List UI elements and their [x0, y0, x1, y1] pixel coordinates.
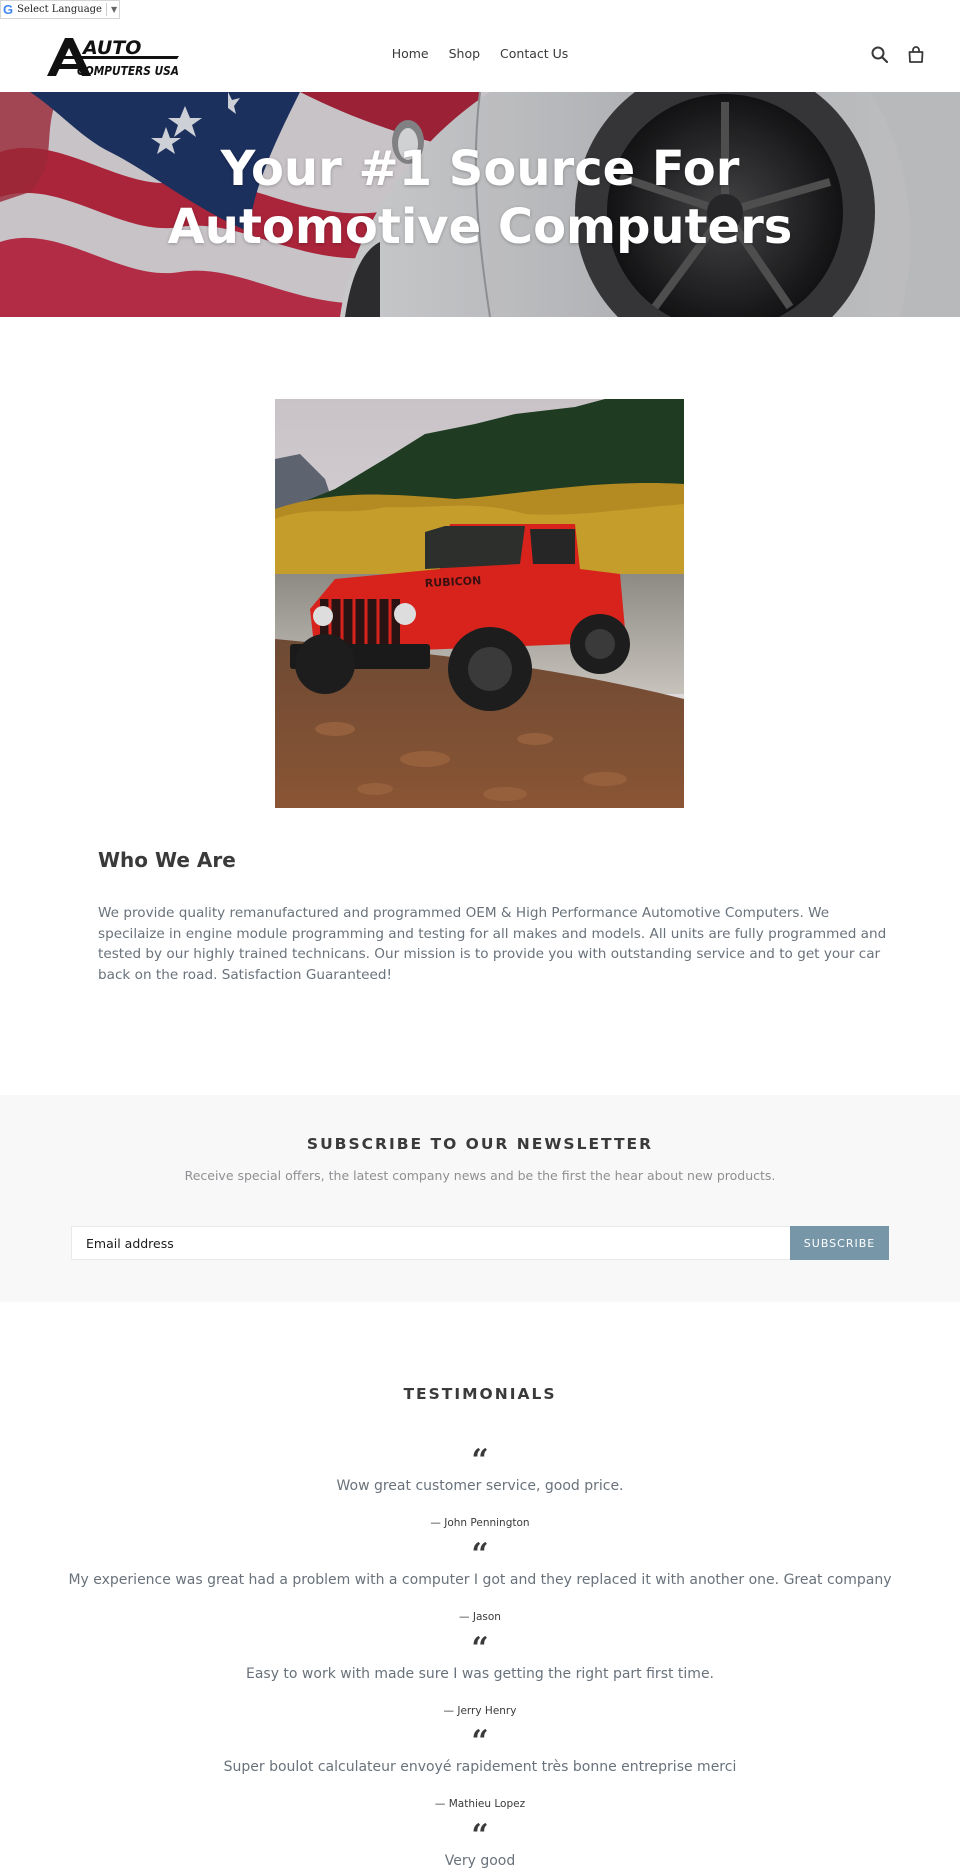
language-selector-label: Select Language: [17, 4, 102, 15]
feature-image: RUBICON: [275, 399, 684, 808]
newsletter-subtitle: Receive special offers, the latest compa…: [184, 1168, 776, 1183]
testimonial-author: — Jerry Henry: [443, 1705, 517, 1717]
testimonial-author: — John Pennington: [430, 1517, 530, 1529]
jeep-photo: RUBICON: [275, 399, 684, 808]
hero-title-line-2: Automotive Computers: [167, 199, 793, 255]
hero-title: Your #1 Source For Automotive Computers: [0, 140, 960, 256]
testimonial-author: — Jason: [459, 1611, 501, 1623]
quote-icon: “: [471, 1631, 489, 1666]
search-icon[interactable]: [869, 44, 891, 66]
testimonial-text: Easy to work with made sure I was gettin…: [245, 1666, 715, 1682]
quote-icon: “: [471, 1818, 489, 1853]
testimonial-item: “ Wow great customer service, good price…: [0, 1443, 960, 1530]
hero-banner: Your #1 Source For Automotive Computers: [0, 92, 960, 317]
cart-icon[interactable]: [905, 44, 927, 66]
testimonial-item: “ Very good: [0, 1818, 960, 1870]
testimonial-text: Very good: [444, 1853, 516, 1869]
main-nav: Home Shop Contact Us: [0, 46, 960, 61]
nav-contact-us[interactable]: Contact Us: [500, 46, 568, 61]
about-title: Who We Are: [98, 848, 236, 872]
quote-icon: “: [471, 1537, 489, 1572]
testimonial-text: My experience was great had a problem wi…: [68, 1572, 892, 1588]
testimonial-text: Wow great customer service, good price.: [336, 1478, 624, 1494]
dropdown-arrow-icon: ▼: [110, 5, 118, 14]
subscribe-button[interactable]: SUBSCRIBE: [790, 1226, 889, 1260]
email-input[interactable]: [71, 1226, 791, 1260]
newsletter-title: SUBSCRIBE TO OUR NEWSLETTER: [306, 1135, 654, 1153]
logo-text-computers: COMPUTERS USA: [77, 64, 179, 78]
testimonial-item: “ Easy to work with made sure I was gett…: [0, 1631, 960, 1718]
divider: [105, 3, 107, 16]
language-selector[interactable]: G Select Language ▼: [0, 0, 121, 19]
site-header: AUTO COMPUTERS USA Home Shop Contact Us: [0, 20, 960, 92]
hero-title-line-1: Your #1 Source For: [220, 141, 740, 197]
testimonial-author: — Mathieu Lopez: [434, 1798, 526, 1810]
newsletter-section: SUBSCRIBE TO OUR NEWSLETTER Receive spec…: [0, 1095, 960, 1302]
testimonial-text: Super boulot calculateur envoyé rapideme…: [223, 1759, 737, 1775]
about-text: We provide quality remanufactured and pr…: [98, 905, 887, 983]
testimonials-title: TESTIMONIALS: [403, 1385, 557, 1403]
nav-home[interactable]: Home: [392, 46, 429, 61]
quote-icon: “: [471, 1443, 489, 1478]
testimonial-item: “ My experience was great had a problem …: [0, 1537, 960, 1624]
google-icon: G: [3, 2, 14, 17]
testimonial-item: “ Super boulot calculateur envoyé rapide…: [0, 1724, 960, 1811]
nav-shop[interactable]: Shop: [449, 46, 480, 61]
quote-icon: “: [471, 1724, 489, 1759]
